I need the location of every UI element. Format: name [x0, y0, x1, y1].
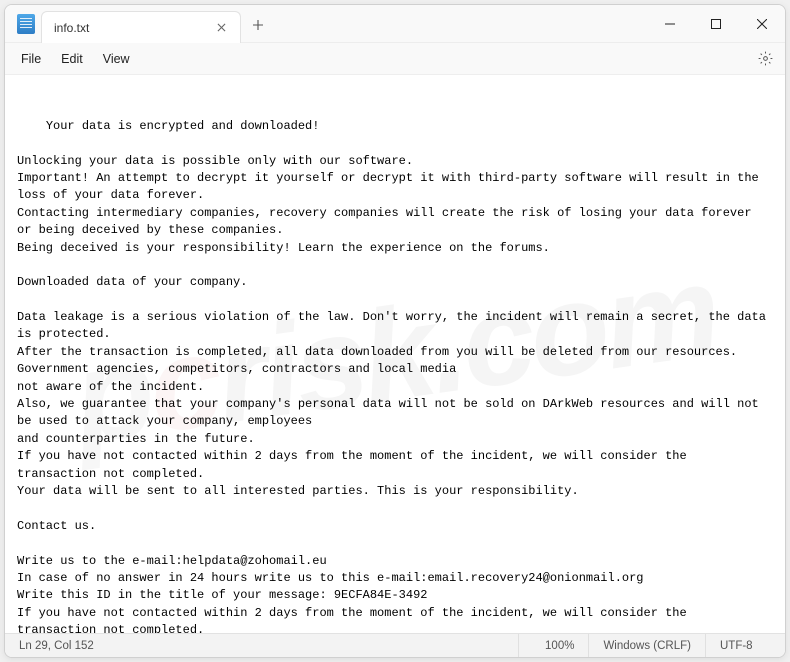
- status-cursor-position: Ln 29, Col 152: [5, 634, 108, 657]
- notepad-window: info.txt File Edit View: [4, 4, 786, 658]
- status-zoom[interactable]: 100%: [518, 634, 588, 657]
- text-editor-area[interactable]: pcrisk.com Your data is encrypted and do…: [5, 75, 785, 633]
- menu-edit[interactable]: Edit: [51, 47, 93, 71]
- titlebar-drag-area[interactable]: [275, 5, 647, 42]
- gear-icon: [758, 51, 773, 66]
- close-tab-button[interactable]: [212, 19, 230, 37]
- titlebar: info.txt: [5, 5, 785, 43]
- menu-file[interactable]: File: [11, 47, 51, 71]
- window-controls: [647, 5, 785, 42]
- file-tab[interactable]: info.txt: [41, 11, 241, 43]
- statusbar: Ln 29, Col 152 100% Windows (CRLF) UTF-8: [5, 633, 785, 657]
- status-encoding[interactable]: UTF-8: [705, 634, 785, 657]
- menubar: File Edit View: [5, 43, 785, 75]
- document-text: Your data is encrypted and downloaded! U…: [17, 119, 773, 633]
- status-line-ending[interactable]: Windows (CRLF): [588, 634, 705, 657]
- tab-title: info.txt: [54, 21, 212, 35]
- notepad-icon: [17, 14, 35, 34]
- minimize-button[interactable]: [647, 5, 693, 43]
- app-icon: [5, 5, 39, 42]
- settings-button[interactable]: [751, 45, 779, 73]
- menu-view[interactable]: View: [93, 47, 140, 71]
- maximize-button[interactable]: [693, 5, 739, 43]
- new-tab-button[interactable]: [241, 7, 275, 42]
- close-window-button[interactable]: [739, 5, 785, 43]
